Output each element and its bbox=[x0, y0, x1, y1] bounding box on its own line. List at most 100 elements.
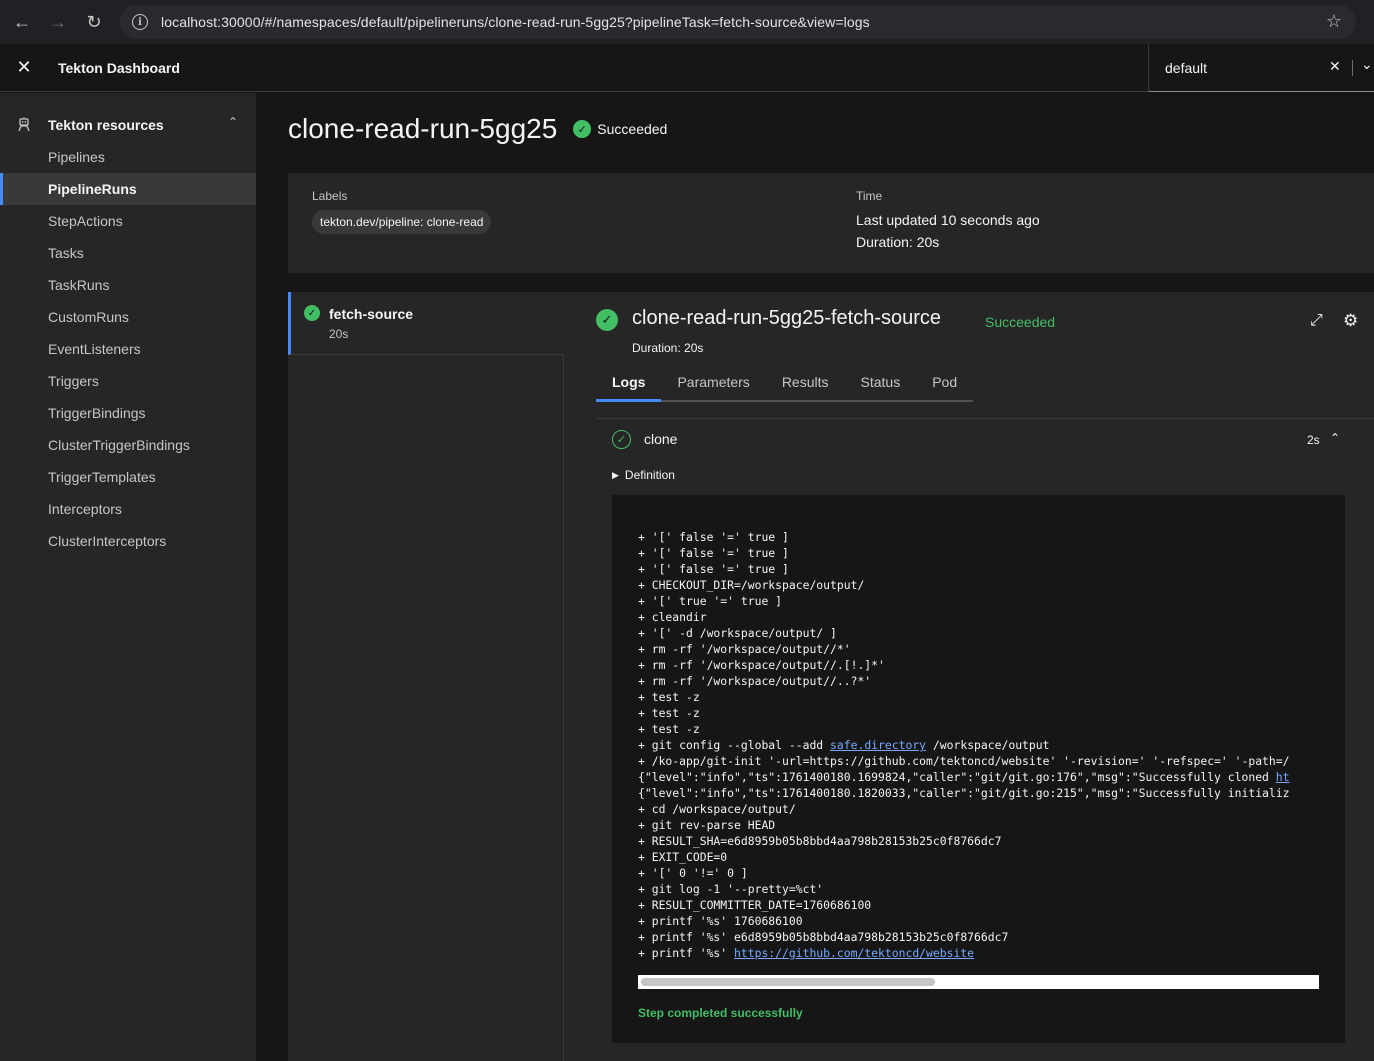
log-link-cloned[interactable]: ht bbox=[1276, 770, 1290, 784]
run-duration: Duration: 20s bbox=[856, 234, 940, 250]
run-status-text: Succeeded bbox=[597, 121, 668, 137]
divider bbox=[1352, 60, 1353, 76]
log-line: + /ko-app/git-init '-url=https://github.… bbox=[638, 754, 1290, 768]
url-text[interactable]: localhost:30000/#/namespaces/default/pip… bbox=[161, 14, 870, 30]
tekton-robot-icon bbox=[18, 117, 30, 132]
log-line: + test -z bbox=[638, 706, 700, 720]
task-name: fetch-source bbox=[329, 306, 414, 322]
maximize-icon[interactable]: ⤢ bbox=[1310, 312, 1323, 330]
page-title: clone-read-run-5gg25 bbox=[288, 113, 558, 144]
log-line: + '[' false '=' true ] bbox=[638, 530, 789, 544]
step-duration: 2s bbox=[1307, 433, 1320, 447]
task-duration: 20s bbox=[329, 327, 349, 341]
log-line: + EXIT_CODE=0 bbox=[638, 850, 728, 864]
sidebar-item-taskruns[interactable]: TaskRuns bbox=[0, 269, 256, 301]
sidebar-item-clusterinterceptors[interactable]: ClusterInterceptors bbox=[0, 525, 256, 557]
log-line: + test -z bbox=[638, 690, 700, 704]
sidebar-nav: Pipelines PipelineRuns StepActions Tasks… bbox=[0, 141, 256, 557]
scrollbar-thumb[interactable] bbox=[641, 978, 935, 986]
sidebar-item-stepactions[interactable]: StepActions bbox=[0, 205, 256, 237]
address-bar[interactable]: i localhost:30000/#/namespaces/default/p… bbox=[120, 5, 1356, 39]
sidebar-item-clustertriggerbindings[interactable]: ClusterTriggerBindings bbox=[0, 429, 256, 461]
sidebar-item-triggertemplates[interactable]: TriggerTemplates bbox=[0, 461, 256, 493]
sidebar-item-pipelineruns[interactable]: PipelineRuns bbox=[0, 173, 256, 205]
log-lines: + '[' false '=' true ] + '[' false '=' t… bbox=[638, 529, 1319, 961]
back-icon[interactable]: ← bbox=[4, 4, 40, 40]
app-header: ✕ Tekton Dashboard default ✕ ⌄ bbox=[0, 44, 1374, 92]
success-check-icon: ✓ bbox=[304, 305, 320, 321]
log-viewer[interactable]: + '[' false '=' true ] + '[' false '=' t… bbox=[612, 495, 1345, 1043]
gear-icon[interactable]: ⚙ bbox=[1343, 311, 1358, 331]
taskrun-duration: Duration: 20s bbox=[632, 341, 704, 355]
log-line: + printf '%s' https://github.com/tektonc… bbox=[638, 945, 1319, 961]
taskrun-title: clone-read-run-5gg25-fetch-source bbox=[632, 307, 942, 329]
chevron-up-icon[interactable]: ⌃ bbox=[1330, 431, 1340, 445]
namespace-select[interactable]: default ✕ ⌄ bbox=[1148, 44, 1374, 92]
log-text: {"level":"info","ts":1761400180.1699824,… bbox=[638, 770, 1276, 784]
log-line: + cleandir bbox=[638, 610, 707, 624]
bookmark-star-icon[interactable]: ☆ bbox=[1326, 11, 1342, 32]
main-content: clone-read-run-5gg25 ✓ Succeeded Labels … bbox=[256, 93, 1374, 1061]
log-line: + test -z bbox=[638, 722, 700, 736]
log-line: + rm -rf '/workspace/output//.[!.]*' bbox=[638, 658, 885, 672]
step-name: clone bbox=[644, 431, 678, 447]
task-details: ✓ clone-read-run-5gg25-fetch-source Succ… bbox=[564, 292, 1374, 1061]
log-line: + git config --global --add safe.directo… bbox=[638, 737, 1319, 753]
clear-icon[interactable]: ✕ bbox=[1329, 58, 1341, 75]
log-line: + git log -1 '--pretty=%ct' bbox=[638, 882, 824, 896]
log-line: {"level":"info","ts":1761400180.1820033,… bbox=[638, 786, 1290, 800]
sidebar-item-triggers[interactable]: Triggers bbox=[0, 365, 256, 397]
forward-icon[interactable]: → bbox=[40, 4, 76, 40]
log-line: + '[' false '=' true ] bbox=[638, 562, 789, 576]
sidebar-item-triggerbindings[interactable]: TriggerBindings bbox=[0, 397, 256, 429]
horizontal-scrollbar[interactable] bbox=[638, 975, 1319, 989]
chevron-down-icon[interactable]: ⌄ bbox=[1361, 56, 1373, 73]
log-line: + '[' true '=' true ] bbox=[638, 594, 783, 608]
task-tree: ✓ fetch-source 20s bbox=[288, 292, 564, 1061]
label-tag: tekton.dev/pipeline: clone-read bbox=[312, 210, 492, 234]
sidebar-section-label: Tekton resources bbox=[48, 117, 164, 133]
definition-toggle[interactable]: ▶ Definition bbox=[612, 468, 675, 482]
success-check-icon: ✓ bbox=[573, 120, 592, 138]
run-summary: Labels tekton.dev/pipeline: clone-read T… bbox=[288, 173, 1374, 273]
sidebar-item-interceptors[interactable]: Interceptors bbox=[0, 493, 256, 525]
namespace-value[interactable]: default bbox=[1165, 60, 1207, 76]
log-line: + rm -rf '/workspace/output//..?*' bbox=[638, 674, 872, 688]
tab-results[interactable]: Results bbox=[765, 364, 845, 402]
definition-label: Definition bbox=[624, 468, 675, 482]
site-info-icon[interactable]: i bbox=[132, 14, 148, 30]
tab-status[interactable]: Status bbox=[844, 364, 917, 402]
log-line: + CHECKOUT_DIR=/workspace/output/ bbox=[638, 578, 865, 592]
chevron-up-icon[interactable]: ⌃ bbox=[228, 115, 238, 129]
log-link-website[interactable]: https://github.com/tektoncd/website bbox=[734, 946, 974, 960]
divider bbox=[596, 418, 1374, 419]
browser-toolbar: ← → ↻ i localhost:30000/#/namespaces/def… bbox=[0, 0, 1374, 44]
taskrun-status: Succeeded bbox=[985, 314, 1056, 330]
tab-logs[interactable]: Logs bbox=[596, 364, 662, 402]
step-header-clone[interactable]: ✓ clone 2s ⌃ bbox=[612, 429, 1352, 451]
task-item-fetch-source[interactable]: ✓ fetch-source 20s bbox=[288, 292, 564, 355]
success-check-icon: ✓ bbox=[596, 309, 618, 331]
app-title[interactable]: Tekton Dashboard bbox=[58, 60, 180, 76]
sidebar: Tekton resources ⌃ Pipelines PipelineRun… bbox=[0, 93, 256, 1061]
log-text: + printf '%s' bbox=[638, 946, 735, 960]
sidebar-item-tasks[interactable]: Tasks bbox=[0, 237, 256, 269]
log-line: + RESULT_COMMITTER_DATE=1760686100 bbox=[638, 898, 872, 912]
last-updated: Last updated 10 seconds ago bbox=[856, 212, 1040, 228]
sidebar-item-customruns[interactable]: CustomRuns bbox=[0, 301, 256, 333]
log-line: + '[' -d /workspace/output/ ] bbox=[638, 626, 837, 640]
caret-right-icon: ▶ bbox=[612, 469, 619, 480]
run-status: ✓ Succeeded bbox=[573, 120, 667, 138]
log-link-safe-directory[interactable]: safe.directory bbox=[830, 738, 926, 752]
sidebar-item-pipelines[interactable]: Pipelines bbox=[0, 141, 256, 173]
step-completed-message: Step completed successfully bbox=[638, 1006, 803, 1020]
close-menu-icon[interactable]: ✕ bbox=[0, 44, 48, 92]
time-heading: Time bbox=[856, 189, 883, 203]
sidebar-item-eventlisteners[interactable]: EventListeners bbox=[0, 333, 256, 365]
labels-heading: Labels bbox=[312, 189, 348, 203]
log-line: {"level":"info","ts":1761400180.1699824,… bbox=[638, 769, 1319, 785]
reload-icon[interactable]: ↻ bbox=[76, 4, 112, 40]
tab-parameters[interactable]: Parameters bbox=[661, 364, 766, 402]
tab-pod[interactable]: Pod bbox=[916, 364, 974, 402]
log-line: + printf '%s' e6d8959b05b8bbd4aa798b2815… bbox=[638, 930, 1009, 944]
